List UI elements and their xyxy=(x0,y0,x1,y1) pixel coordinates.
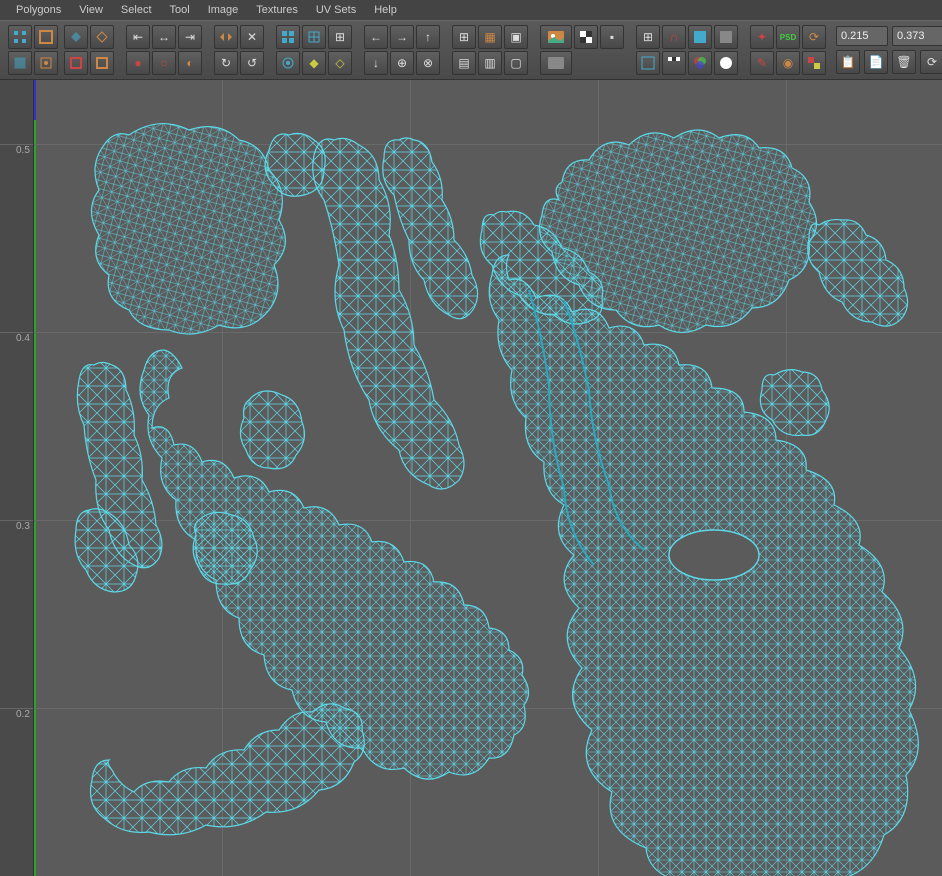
snap-grid-btn[interactable]: ⊞ xyxy=(452,25,476,49)
align-left-btn[interactable]: ⇤ xyxy=(126,25,150,49)
tool-group-align: ⇤ ↔ ⇥ ● ○ ◐ xyxy=(124,25,204,75)
move-center-btn[interactable]: ⊕ xyxy=(390,51,414,75)
select-vertex-btn[interactable] xyxy=(8,25,32,49)
unfold-btn[interactable] xyxy=(276,25,300,49)
select-border2-btn[interactable] xyxy=(90,51,114,75)
menu-help[interactable]: Help xyxy=(366,2,405,18)
menu-select[interactable]: Select xyxy=(113,2,160,18)
ruler-vertical: 0.5 0.4 0.3 0.2 xyxy=(0,80,34,876)
snap-vert-btn[interactable]: ▣ xyxy=(504,25,528,49)
uv-canvas[interactable] xyxy=(34,80,942,876)
snap-pixel-btn[interactable]: ▦ xyxy=(478,25,502,49)
snap-off-btn[interactable]: ▢ xyxy=(504,51,528,75)
tex-assign-btn[interactable]: ◉ xyxy=(776,51,800,75)
tool-group-texture: ✦ PSD ⟳ ✎ ◉ xyxy=(748,25,828,75)
refresh-btn[interactable]: ⟳ xyxy=(920,50,942,74)
normalize-btn[interactable]: ◆ xyxy=(302,51,326,75)
menu-polygons[interactable]: Polygons xyxy=(8,2,69,18)
relax-btn[interactable]: ⊞ xyxy=(328,25,352,49)
flip-h-btn[interactable] xyxy=(214,25,238,49)
display-snap-btn[interactable]: ∩ xyxy=(662,25,686,49)
snap-edge-btn[interactable]: ▤ xyxy=(452,51,476,75)
select-shell-btn[interactable] xyxy=(64,25,88,49)
fit-btn[interactable]: ◇ xyxy=(328,51,352,75)
copy-uv-btn[interactable]: 📋 xyxy=(836,50,860,74)
select-face-btn[interactable] xyxy=(8,51,32,75)
select-border-btn[interactable] xyxy=(64,51,88,75)
v-input[interactable] xyxy=(892,26,942,46)
move-v-neg-btn[interactable]: ↓ xyxy=(364,51,388,75)
ruler-tick: 0.2 xyxy=(0,708,33,720)
display-grid-btn[interactable]: ⊞ xyxy=(636,25,660,49)
toolbar: ⇤ ↔ ⇥ ● ○ ◐ ✕ ↻ ↺ ⊞ ◆ ◇ xyxy=(0,20,942,80)
display-wire-btn[interactable] xyxy=(636,51,660,75)
tool-group-display: ⊞ ∩ xyxy=(634,25,740,75)
tool-group-flip: ✕ ↻ ↺ xyxy=(212,25,266,75)
tool-group-snap: ⊞ ▦ ▣ ▤ ▥ ▢ xyxy=(450,25,530,75)
paste-uv-btn[interactable]: 📄 xyxy=(864,50,888,74)
tex-psd-btn[interactable]: PSD xyxy=(776,25,800,49)
move-v-pos-btn[interactable]: ↑ xyxy=(416,25,440,49)
menu-textures[interactable]: Textures xyxy=(248,2,306,18)
ruler-tick: 0.4 xyxy=(0,332,33,344)
align-bot-btn[interactable]: ◐ xyxy=(178,51,202,75)
ruler-tick: 0.5 xyxy=(0,144,33,156)
display-shaded-btn[interactable] xyxy=(714,25,738,49)
tool-group-selection xyxy=(6,25,60,75)
move-reset-btn[interactable]: ⊗ xyxy=(416,51,440,75)
rotate-ccw-btn[interactable]: ↺ xyxy=(240,51,264,75)
tool-group-image: ▪ xyxy=(538,25,626,75)
align-center-btn[interactable]: ↔ xyxy=(152,25,176,49)
tool-group-move: ← → ↑ ↓ ⊕ ⊗ xyxy=(362,25,442,75)
image-checker-btn[interactable]: ▪ xyxy=(600,25,624,49)
select-edge-btn[interactable] xyxy=(34,25,58,49)
move-u-pos-btn[interactable]: → xyxy=(390,25,414,49)
move-u-neg-btn[interactable]: ← xyxy=(364,25,388,49)
select-uv-btn[interactable] xyxy=(34,51,58,75)
menu-view[interactable]: View xyxy=(71,2,111,18)
optimize-btn[interactable] xyxy=(276,51,300,75)
display-checker2-btn[interactable] xyxy=(662,51,686,75)
image-save-btn[interactable] xyxy=(540,51,572,75)
uv-viewport[interactable]: 0.5 0.4 0.3 0.2 xyxy=(0,80,942,876)
tex-edit-btn[interactable]: ✎ xyxy=(750,51,774,75)
delete-uv-btn[interactable]: 🗑 xyxy=(892,50,916,74)
u-input[interactable] xyxy=(836,26,888,46)
menu-uvsets[interactable]: UV Sets xyxy=(308,2,364,18)
tool-group-shell xyxy=(62,25,116,75)
flip-v-btn[interactable]: ✕ xyxy=(240,25,264,49)
menu-tool[interactable]: Tool xyxy=(162,2,198,18)
display-alpha-btn[interactable] xyxy=(714,51,738,75)
menubar: Polygons View Select Tool Image Textures… xyxy=(0,0,942,20)
menu-image[interactable]: Image xyxy=(200,2,247,18)
align-right-btn[interactable]: ⇥ xyxy=(178,25,202,49)
layout-btn[interactable] xyxy=(302,25,326,49)
uv-wireframe xyxy=(34,80,942,876)
image-dim-btn[interactable] xyxy=(574,25,598,49)
select-shell2-btn[interactable] xyxy=(90,25,114,49)
tex-remove-btn[interactable] xyxy=(802,51,826,75)
align-top-btn[interactable]: ● xyxy=(126,51,150,75)
rotate-cw-btn[interactable]: ↻ xyxy=(214,51,238,75)
uv-coords: 📋 📄 🗑 ⟳ xyxy=(836,26,942,74)
align-mid-btn[interactable]: ○ xyxy=(152,51,176,75)
tex-update-btn[interactable]: ⟳ xyxy=(802,25,826,49)
image-load-btn[interactable] xyxy=(540,25,572,49)
display-image-btn[interactable] xyxy=(688,25,712,49)
tool-group-unfold: ⊞ ◆ ◇ xyxy=(274,25,354,75)
display-rgb-btn[interactable] xyxy=(688,51,712,75)
ruler-tick: 0.3 xyxy=(0,520,33,532)
tex-bake-btn[interactable]: ✦ xyxy=(750,25,774,49)
snap-face-btn[interactable]: ▥ xyxy=(478,51,502,75)
